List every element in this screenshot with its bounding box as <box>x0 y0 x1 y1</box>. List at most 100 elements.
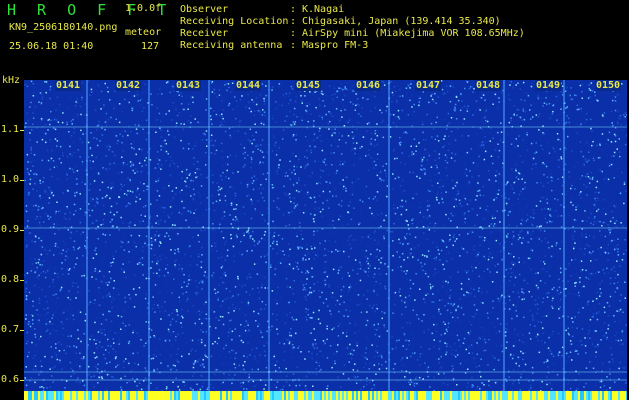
bottom-strip-cell <box>336 391 338 400</box>
bottom-strip-cell <box>488 391 490 400</box>
bottom-strip-cell <box>380 391 382 400</box>
bottom-strip-cell <box>448 391 450 400</box>
bottom-strip-cell <box>54 391 56 400</box>
bottom-strip-cell <box>610 391 612 400</box>
bottom-strip-cell <box>340 391 342 400</box>
bottom-strip-cell <box>598 391 600 400</box>
bottom-strip-cell <box>146 391 148 400</box>
spectrogram-canvas <box>24 80 627 400</box>
bottom-strip-cell <box>588 391 590 400</box>
bottom-strip-cell <box>376 391 378 400</box>
bottom-strip-cell <box>370 391 372 400</box>
y-tick-label: 0.8 <box>1 274 20 285</box>
bottom-strip-cell <box>602 391 604 400</box>
time-label: 0148 <box>475 80 502 91</box>
bottom-strip-cell <box>348 391 350 400</box>
bottom-strip-cell <box>548 391 550 400</box>
bottom-strip-cell <box>522 391 524 400</box>
bottom-strip-cell <box>528 391 530 400</box>
bottom-strip-cell <box>206 391 208 400</box>
timestamp: 25.06.18 01:40 <box>9 41 94 52</box>
bottom-strip-cell <box>420 391 422 400</box>
bottom-strip-cell <box>98 391 100 400</box>
bottom-strip-cell <box>310 391 312 400</box>
bottom-strip-cell <box>396 391 398 400</box>
bottom-strip-cell <box>104 391 106 400</box>
bottom-strip-cell <box>426 391 428 400</box>
bottom-strip-cell <box>66 391 68 400</box>
bottom-strip-cell <box>220 391 222 400</box>
bottom-strip-cell <box>68 391 70 400</box>
bottom-strip-cell <box>464 391 466 400</box>
bottom-strip-cell <box>436 391 438 400</box>
bottom-strip-cell <box>486 391 488 400</box>
bottom-strip-cell <box>188 391 190 400</box>
bottom-strip-cell <box>152 391 154 400</box>
bottom-strip-cell <box>562 391 564 400</box>
bottom-strip-cell <box>526 391 528 400</box>
spectrogram <box>24 80 627 400</box>
bottom-strip-cell <box>60 391 62 400</box>
bottom-strip-cell <box>330 391 332 400</box>
bottom-strip-cell <box>586 391 588 400</box>
bottom-strip-cell <box>564 391 566 400</box>
bottom-strip-cell <box>468 391 470 400</box>
bottom-strip-cell <box>90 391 92 400</box>
bottom-strip-cell <box>214 391 216 400</box>
bottom-strip-cell <box>442 391 444 400</box>
bottom-strip-cell <box>478 391 480 400</box>
bottom-strip-cell <box>296 391 298 400</box>
bottom-strip-cell <box>450 391 452 400</box>
time-label: 0142 <box>115 80 142 91</box>
bottom-strip-cell <box>64 391 66 400</box>
bottom-strip-cell <box>466 391 468 400</box>
meteor-count: 127 <box>141 41 160 52</box>
bottom-strip-cell <box>622 391 624 400</box>
bottom-strip-cell <box>596 391 598 400</box>
info-row-location: Receiving Location: Chigasaki, Japan (139… <box>180 16 501 27</box>
bottom-strip-cell <box>274 391 276 400</box>
bottom-strip-cell <box>372 391 374 400</box>
bottom-strip-cell <box>132 391 134 400</box>
bottom-strip-cell <box>458 391 460 400</box>
bottom-strip-cell <box>246 391 248 400</box>
bottom-strip-cell <box>368 391 370 400</box>
bottom-strip-cell <box>578 391 580 400</box>
bottom-strip-cell <box>42 391 44 400</box>
bottom-strip-cell <box>58 391 60 400</box>
bottom-strip-cell <box>624 391 626 400</box>
bottom-strip-cell <box>240 391 242 400</box>
bottom-strip-cell <box>382 391 384 400</box>
bottom-strip-cell <box>308 391 310 400</box>
bottom-strip-cell <box>34 391 36 400</box>
bottom-strip-cell <box>150 391 152 400</box>
bottom-strip-cell <box>572 391 574 400</box>
bottom-strip-cell <box>26 391 28 400</box>
bottom-strip-cell <box>128 391 130 400</box>
bottom-strip-cell <box>216 391 218 400</box>
bottom-strip-cell <box>212 391 214 400</box>
bottom-strip-cell <box>120 391 122 400</box>
bottom-strip-cell <box>46 391 48 400</box>
bottom-strip-cell <box>574 391 576 400</box>
bottom-strip-cell <box>44 391 46 400</box>
bottom-strip-cell <box>612 391 614 400</box>
bottom-strip-cell <box>36 391 38 400</box>
bottom-strip-cell <box>234 391 236 400</box>
bottom-strip-cell <box>254 391 256 400</box>
bottom-strip-cell <box>302 391 304 400</box>
bottom-strip-cell <box>422 391 424 400</box>
bottom-strip-cell <box>232 391 234 400</box>
bottom-strip-cell <box>378 391 380 400</box>
bottom-strip-cell <box>300 391 302 400</box>
bottom-strip-cell <box>244 391 246 400</box>
bottom-strip-cell <box>286 391 288 400</box>
time-label: 0143 <box>175 80 202 91</box>
bottom-strip-cell <box>474 391 476 400</box>
bottom-strip-cell <box>314 391 316 400</box>
bottom-strip-cell <box>248 391 250 400</box>
bottom-strip-cell <box>176 391 178 400</box>
bottom-strip-cell <box>62 391 64 400</box>
bottom-strip-cell <box>210 391 212 400</box>
y-tick-label: 0.7 <box>1 324 20 335</box>
